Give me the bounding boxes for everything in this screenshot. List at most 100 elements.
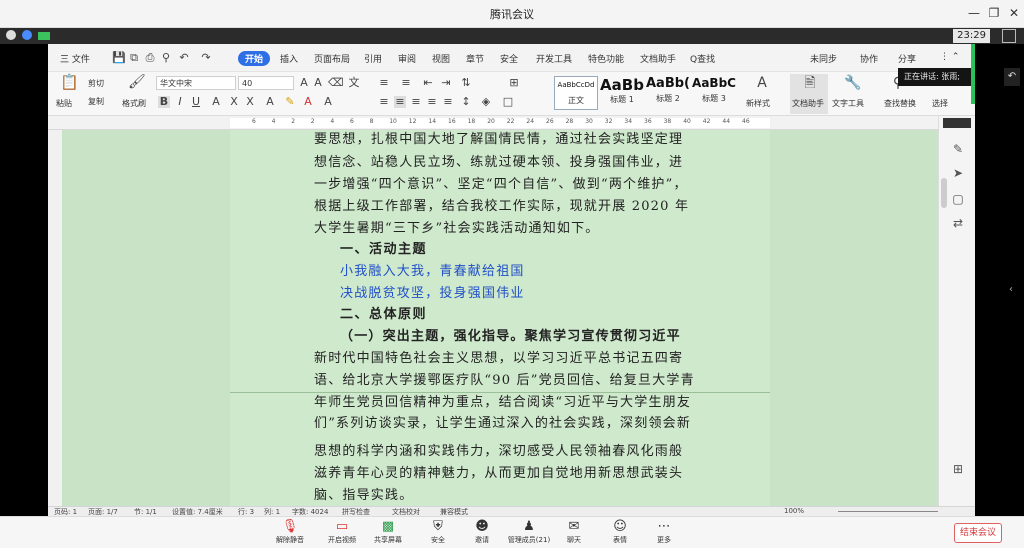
manage-members-button[interactable]: ♟ 管理成员(21) — [504, 519, 554, 545]
sync-status[interactable]: 未同步 — [810, 52, 837, 65]
justify-icon[interactable]: ≡ — [426, 96, 438, 108]
font-color-icon[interactable]: A — [302, 96, 314, 108]
font-name-select[interactable]: 华文中宋 — [156, 76, 236, 90]
text-effect-icon[interactable]: A — [264, 96, 276, 108]
text-tools-button[interactable]: 文字工具 — [832, 98, 864, 109]
style-heading1[interactable]: AaBb 标题 1 — [600, 76, 644, 110]
style-heading3[interactable]: AaBbC 标题 3 — [692, 76, 736, 110]
shapes-icon[interactable]: ▢ — [951, 192, 965, 206]
char-shading-icon[interactable]: A — [322, 96, 334, 108]
back-icon[interactable]: ↶ — [1004, 68, 1020, 86]
shading-icon[interactable]: ◈ — [480, 96, 492, 108]
redo-icon[interactable]: ↷ — [200, 52, 212, 64]
tab-security[interactable]: 安全 — [500, 52, 518, 65]
shield-icon[interactable] — [22, 30, 32, 40]
vertical-ruler[interactable] — [48, 130, 62, 506]
find-replace-button[interactable]: 查找替换 — [884, 98, 916, 109]
tab-devtools[interactable]: 开发工具 — [536, 52, 572, 65]
file-menu[interactable]: 三 文件 — [60, 52, 90, 65]
subscript-icon[interactable]: X — [244, 96, 256, 108]
bold-icon[interactable]: B — [158, 96, 170, 108]
outdent-icon[interactable]: ⇥ — [440, 77, 452, 89]
style-normal[interactable]: AaBbCcDd 正文 — [554, 76, 598, 110]
start-video-button[interactable]: ▭ 开启视频 — [322, 519, 362, 545]
line-spacing-icon[interactable]: ↕ — [460, 96, 472, 108]
underline-icon[interactable]: U — [190, 96, 202, 108]
reactions-button[interactable]: ☺ 表情 — [600, 519, 640, 545]
pen-icon[interactable]: ✎ — [951, 142, 965, 156]
tab-features[interactable]: 特色功能 — [588, 52, 624, 65]
italic-icon[interactable]: I — [174, 96, 186, 108]
tab-review[interactable]: 审阅 — [398, 52, 416, 65]
share-screen-button[interactable]: ▩ 共享屏幕 — [368, 519, 408, 545]
copy-button[interactable]: 复制 — [88, 96, 104, 107]
paste-button[interactable]: 粘贴 — [56, 98, 72, 109]
fullscreen-icon[interactable] — [1002, 29, 1016, 43]
style-heading2[interactable]: AaBb( 标题 2 — [646, 76, 690, 110]
format-painter-icon[interactable]: 🖌 — [128, 75, 146, 92]
indent-icon[interactable]: ⇤ — [422, 77, 434, 89]
more-icon[interactable]: ⋮ ⌃ — [940, 52, 959, 62]
distribute-icon[interactable]: ≡ — [442, 96, 454, 108]
shrink-font-icon[interactable]: A — [312, 77, 324, 89]
print-icon[interactable]: ⎙ — [144, 52, 156, 64]
font-size-select[interactable]: 40 — [238, 76, 294, 90]
minimize-icon[interactable]: — — [964, 4, 984, 22]
toolbar-toggle[interactable] — [943, 118, 971, 128]
tab-doc-assistant[interactable]: 文档助手 — [640, 52, 676, 65]
tab-find[interactable]: Q查找 — [690, 52, 715, 65]
share-button[interactable]: 分享 — [898, 52, 916, 65]
info-icon[interactable] — [6, 30, 16, 40]
grow-font-icon[interactable]: A — [298, 77, 310, 89]
sort-icon[interactable]: ⇅ — [460, 77, 472, 89]
tab-start[interactable]: 开始 — [238, 51, 271, 66]
select-button[interactable]: 选择 — [932, 98, 948, 109]
status-words[interactable]: 字数: 4024 — [292, 507, 328, 516]
text-tools-icon[interactable]: 🔧 — [844, 76, 861, 93]
chat-button[interactable]: ✉ 聊天 — [554, 519, 594, 545]
pointer-icon[interactable]: ➤ — [951, 166, 965, 180]
restore-icon[interactable]: ❐ — [984, 4, 1004, 22]
invite-button[interactable]: ☻ 邀请 — [462, 519, 502, 545]
paste-icon[interactable]: 📋 — [60, 75, 79, 92]
translate-icon[interactable]: ⇄ — [951, 216, 965, 230]
format-painter-button[interactable]: 格式刷 — [122, 98, 146, 109]
export-icon[interactable]: ⧉ — [128, 52, 140, 64]
tab-layout[interactable]: 页面布局 — [314, 52, 350, 65]
cut-button[interactable]: 剪切 — [88, 78, 104, 89]
save-icon[interactable]: 💾 — [112, 52, 126, 64]
tab-view[interactable]: 视图 — [432, 52, 450, 65]
grid-icon[interactable]: ⊞ — [951, 462, 965, 476]
new-style-button[interactable]: 新样式 — [746, 98, 770, 109]
security-button[interactable]: ⛨ 安全 — [418, 519, 458, 545]
borders-icon[interactable]: □ — [502, 96, 514, 108]
unmute-button[interactable]: 🎙 解除静音 — [270, 519, 310, 545]
table-icon[interactable]: ⊞ — [508, 77, 520, 89]
align-left-icon[interactable]: ≡ — [378, 96, 390, 108]
preview-icon[interactable]: ⚲ — [160, 52, 172, 64]
close-icon[interactable]: ✕ — [1004, 4, 1024, 22]
new-style-icon[interactable]: A — [754, 76, 770, 93]
undo-icon[interactable]: ↶ — [178, 52, 190, 64]
tab-reference[interactable]: 引用 — [364, 52, 382, 65]
align-right-icon[interactable]: ≡ — [410, 96, 422, 108]
zoom-slider[interactable] — [838, 511, 938, 512]
doc-proof[interactable]: 文档校对 — [392, 507, 420, 516]
doc-assistant-icon[interactable]: 🖹 — [802, 76, 818, 93]
numbering-icon[interactable]: ≡ — [400, 77, 412, 89]
spell-check[interactable]: 拼写检查 — [342, 507, 370, 516]
highlight-icon[interactable]: ✎ — [284, 96, 296, 108]
bullets-icon[interactable]: ≡ — [378, 77, 390, 89]
clear-format-icon[interactable]: ⌫ — [328, 77, 344, 89]
collapse-panel-icon[interactable]: ‹ — [1009, 284, 1013, 295]
collaborate-button[interactable]: 协作 — [860, 52, 878, 65]
strikethrough-icon[interactable]: A — [210, 96, 222, 108]
doc-assistant-button[interactable]: 文档助手 — [792, 98, 824, 109]
end-meeting-button[interactable]: 结束会议 — [954, 523, 1002, 543]
pinyin-icon[interactable]: 文 — [348, 77, 360, 89]
align-center-icon[interactable]: ≡ — [394, 96, 406, 108]
more-button[interactable]: ⋯ 更多 — [644, 519, 684, 545]
tab-insert[interactable]: 插入 — [280, 52, 298, 65]
tab-section[interactable]: 章节 — [466, 52, 484, 65]
superscript-icon[interactable]: X — [228, 96, 240, 108]
